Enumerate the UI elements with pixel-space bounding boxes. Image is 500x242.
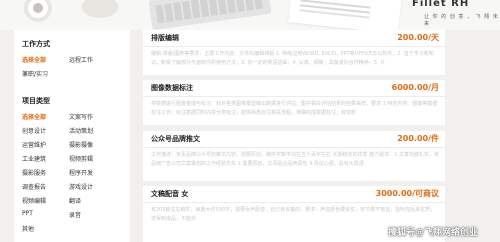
job-card-header: 文稿配音 女 3000.00/可商议 [143,186,445,203]
job-description: 工作描述：负责品牌公众号的推文内容，需要原创，稿件字数平均在五六百字左右 长期稳… [151,152,439,167]
job-title: 文稿配音 女 [151,190,189,198]
hero-subtitle: 让 你 的 创 意 ， 飞 翔 未 来 [424,14,499,27]
keyboard-image [148,0,272,30]
job-card[interactable]: 公众号品牌推文 200.00/件 工作描述：负责品牌公众号的推文内容，需要原创，… [143,131,445,181]
work-mode-title: 工作方式 [22,40,50,48]
project-type-creative-design[interactable]: 创意设计 [22,126,46,135]
project-type-other[interactable]: 其他 [22,224,34,233]
job-price: 200.00/件 [397,134,439,143]
hero-title: Fillet RH [412,0,470,9]
job-price: 200.00/天 [397,33,439,42]
project-type-video-edit[interactable]: 视频编辑 [22,196,46,205]
watermark-text: 搜狐号@飞翔网络创业 [388,228,479,238]
job-description: 将数据进行图像整理与标注：针对各类图像模型输出数据进行评估，图中相关评估结果的结… [151,101,438,116]
project-type-copywriting[interactable]: 文案写作 [69,112,93,121]
project-type-all[interactable]: 选择全部 [22,112,46,121]
project-type-industrial[interactable]: 工业建筑 [22,154,46,163]
job-price: 6000.00/月 [391,83,439,92]
saucer-image [82,0,118,18]
job-title: 公众号品牌推文 [151,135,200,143]
project-type-programming[interactable]: 程序开发 [69,168,93,177]
project-type-survey[interactable]: 调查报告 [22,182,46,191]
work-mode-parttime[interactable]: 兼职/实习 [22,69,48,78]
filter-sidebar: 工作方式 选择全部 远程工作 兼职/实习 项目类型 选择全部 文案写作 创意设计… [14,30,130,242]
job-description: 有200篇左右稿件，每篇大约500字，需要女声配音，自己有设备的。要求：声音颜色… [151,207,436,222]
paper-image [288,0,402,30]
project-type-event-planning[interactable]: 活动策划 [69,126,93,135]
job-card-header: 公众号品牌推文 200.00/件 [143,131,445,148]
project-type-translation[interactable]: 翻译 [69,196,81,205]
job-title: 排版编辑 [151,34,179,42]
project-type-game-design[interactable]: 游戏设计 [69,182,93,191]
job-description: 编辑 排版/图表等要求：主要工作内容：文件的编辑排版 1. 熟练应用WORD, … [151,51,434,66]
job-card[interactable]: 排版编辑 200.00/天 编辑 排版/图表等要求：主要工作内容：文件的编辑排版… [143,30,445,75]
coffee-cup-image [24,0,52,22]
hero-banner: Fillet RH 让 你 的 创 意 ， 飞 翔 未 来 [0,0,500,30]
work-mode-all[interactable]: 选择全部 [22,55,46,64]
work-mode-remote[interactable]: 远程工作 [69,55,93,64]
job-card-header: 排版编辑 200.00/天 [143,30,445,47]
project-type-recording[interactable]: 录音 [69,210,81,219]
job-card-header: 图像数据标注 6000.00/月 [143,80,445,97]
project-type-photo-service[interactable]: 摄影服务 [22,168,46,177]
project-type-ppt[interactable]: PPT [22,210,33,217]
project-type-title: 项目类型 [22,97,50,105]
project-type-video-editing[interactable]: 视频剪辑 [69,154,93,163]
project-type-photo-video[interactable]: 摄影摄像 [69,140,93,149]
project-type-operations[interactable]: 运营维护 [22,140,46,149]
job-card[interactable]: 图像数据标注 6000.00/月 将数据进行图像整理与标注：针对各类图像模型输出… [143,80,445,125]
job-price: 3000.00/可商议 [375,189,439,198]
job-title: 图像数据标注 [151,84,193,92]
